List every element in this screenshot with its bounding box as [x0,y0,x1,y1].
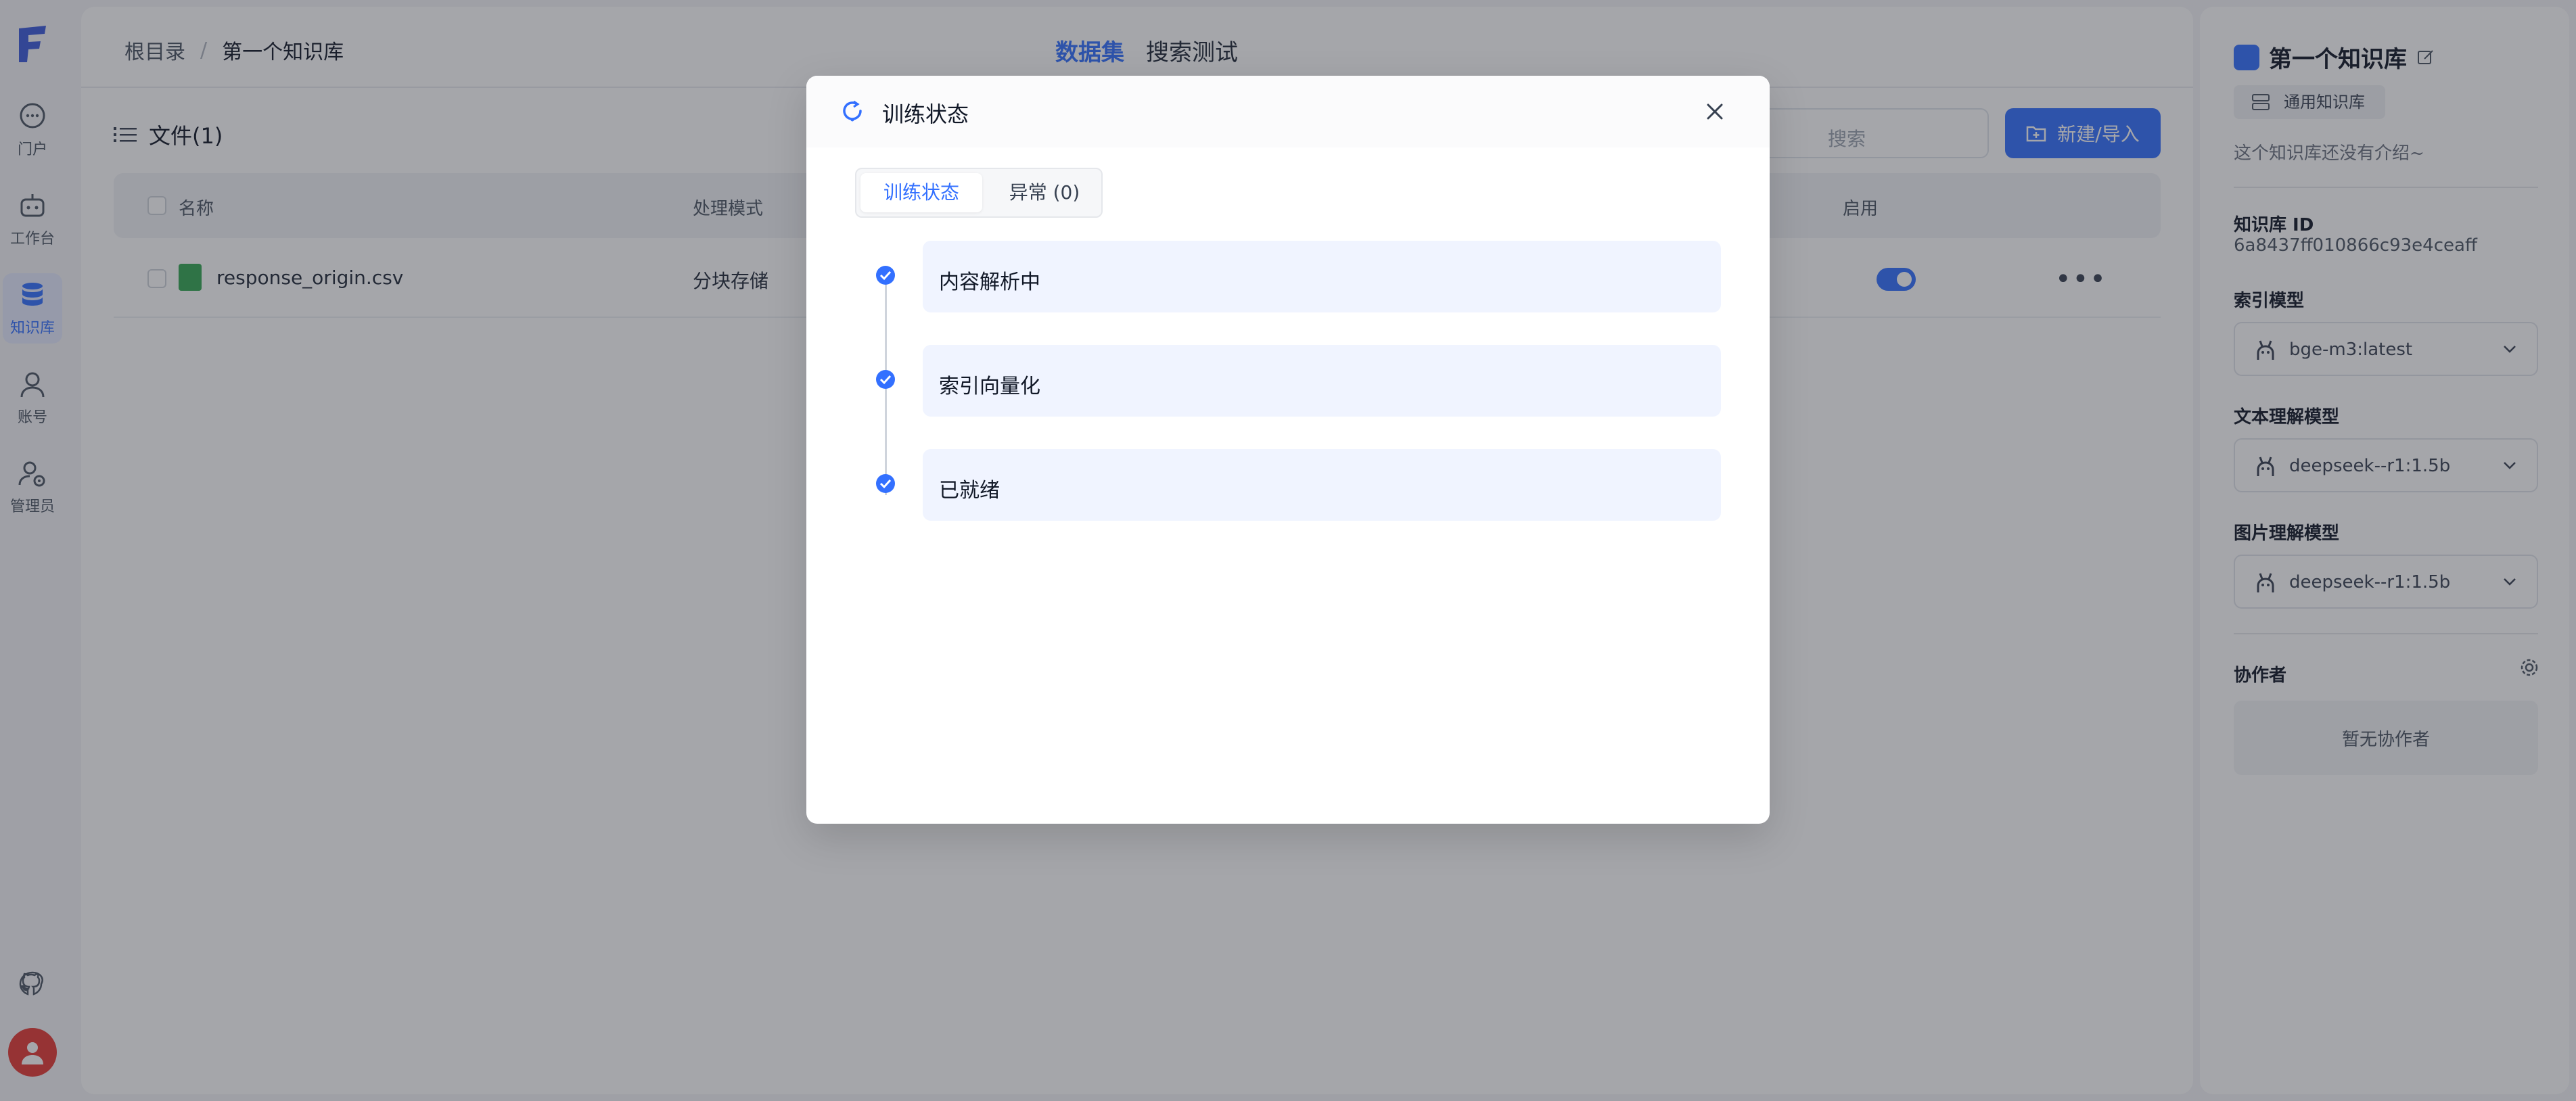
tab-training-status[interactable]: 训练状态 [860,173,982,212]
step-vectorizing: 索引向量化 [923,345,1721,417]
training-status-modal: 训练状态 训练状态 异常 (0) 内容解析中 索引向量化 已就绪 [806,76,1770,824]
close-icon[interactable] [1699,96,1730,127]
modal-header: 训练状态 [806,76,1770,147]
check-circle-icon [876,370,895,389]
check-circle-icon [876,474,895,493]
check-circle-icon [876,266,895,285]
step-ready: 已就绪 [923,449,1721,521]
refresh-icon [843,100,862,122]
modal-title: 训练状态 [882,101,969,127]
tab-errors[interactable]: 异常 (0) [989,173,1100,212]
step-parsing: 内容解析中 [923,241,1721,312]
status-tabs: 训练状态 异常 (0) [855,168,1103,218]
